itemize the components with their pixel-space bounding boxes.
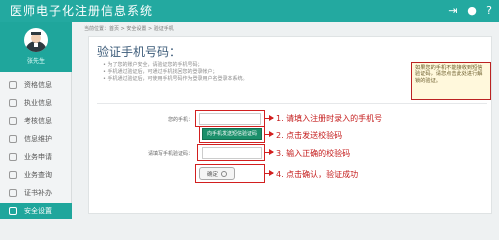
- step-1-annotation: 1. 请填入注册时录入的手机号: [276, 114, 383, 123]
- sidebar-item-label: 业务查询: [24, 171, 52, 179]
- sidebar-item-practice[interactable]: 执业信息: [0, 95, 72, 111]
- arrow-icon: [265, 149, 274, 155]
- verify-phone-panel: 验证手机号码： 为了您的账户安全，请验证您的手机号码； 手机通过验证后，可通过手…: [88, 36, 492, 214]
- sidebar-item-assessment[interactable]: 考核信息: [0, 113, 72, 129]
- help-icon[interactable]: ?: [482, 4, 496, 18]
- sidebar-item-label: 资格信息: [24, 81, 52, 89]
- edit-icon: [9, 135, 17, 143]
- certificate-icon: [9, 81, 17, 89]
- sidebar-item-label: 考核信息: [24, 117, 52, 125]
- top-bar: 医师电子化注册信息系统 ⇥ ● ?: [0, 0, 499, 22]
- doctor-avatar-icon: [25, 32, 47, 52]
- app-title: 医师电子化注册信息系统: [10, 4, 154, 18]
- breadcrumb: 当前位置：首页 > 安全设置 > 验证手机: [84, 26, 174, 32]
- note-item: 手机通过验证后，可使用手机号码作为登录用户名登录本系统。: [103, 76, 333, 83]
- sidebar-item-label: 安全设置: [24, 207, 52, 215]
- sidebar-item-label: 证书补办: [24, 189, 52, 197]
- highlight-phone-input: [195, 110, 265, 127]
- sidebar-item-reissue[interactable]: 证书补办: [0, 185, 72, 201]
- sidebar-item-security[interactable]: 安全设置: [0, 203, 72, 219]
- clipboard-icon: [9, 117, 17, 125]
- phone-label: 您的手机：: [167, 117, 193, 123]
- sidebar-item-qualification[interactable]: 资格信息: [0, 77, 72, 93]
- step-4-annotation: 4. 点击确认，验证成功: [276, 170, 359, 179]
- sidebar-item-label: 信息维护: [24, 135, 52, 143]
- shield-icon: [9, 207, 17, 215]
- logout-icon[interactable]: ⇥: [446, 4, 460, 18]
- profile-card: 张先生: [0, 22, 72, 72]
- arrow-icon: [265, 170, 274, 176]
- search-icon: [9, 171, 17, 179]
- notes-list: 为了您的账户安全，请验证您的手机号码； 手机通过验证后，可通过手机找回您的登录帐…: [103, 62, 333, 83]
- page-title: 验证手机号码：: [97, 45, 182, 59]
- profile-name: 张先生: [26, 58, 45, 65]
- user-icon[interactable]: ●: [465, 4, 479, 18]
- sidebar-item-label: 执业信息: [24, 99, 52, 107]
- sidebar-item-query[interactable]: 业务查询: [0, 167, 72, 183]
- avatar: [24, 28, 48, 52]
- note-item: 为了您的账户安全，请验证您的手机号码；: [103, 62, 333, 69]
- highlight-code-input: [197, 144, 265, 161]
- document-icon: [9, 189, 17, 197]
- note-item: 手机通过验证后，可通过手机找回您的登录帐户；: [103, 69, 333, 76]
- arrow-icon: [265, 131, 274, 137]
- sidebar-item-application[interactable]: 业务申请: [0, 149, 72, 165]
- sidebar-item-label: 业务申请: [24, 153, 52, 161]
- briefcase-icon: [9, 99, 17, 107]
- unlock-hint-box[interactable]: 如果您的手机不能接收到短信验证码，请您点击此处进行解锁的验证。: [411, 62, 491, 100]
- sidebar-item-maintenance[interactable]: 信息维护: [0, 131, 72, 147]
- divider: [97, 103, 487, 104]
- form-icon: [9, 153, 17, 161]
- code-label: 请填写手机验证码：: [147, 151, 193, 157]
- step-3-annotation: 3. 输入正确的校验码: [276, 149, 351, 158]
- highlight-confirm-button: [195, 164, 265, 183]
- highlight-send-button: [199, 126, 265, 143]
- arrow-icon: [265, 115, 274, 121]
- sidebar: 张先生 资格信息 执业信息 考核信息 信息维护 业务申请 业务查询 证书补办 安…: [0, 22, 72, 219]
- step-2-annotation: 2. 点击发送校验码: [276, 131, 343, 140]
